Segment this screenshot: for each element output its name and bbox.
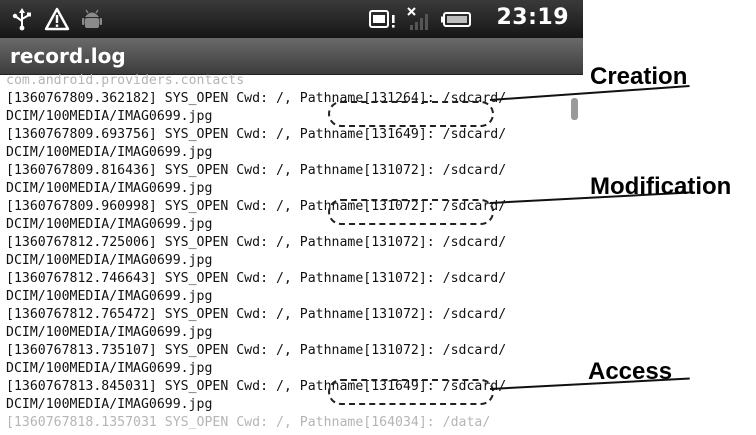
app-title: record.log bbox=[10, 44, 126, 68]
creation-label: Creation bbox=[590, 63, 688, 90]
sd-card-alert-icon bbox=[368, 6, 398, 32]
log-line: [1360767818.1357031 SYS_OPEN Cwd: /, Pat… bbox=[6, 415, 491, 430]
log-line: DCIM/100MEDIA/IMAG0699.jpg bbox=[6, 397, 213, 412]
usb-icon bbox=[10, 6, 34, 32]
log-line: DCIM/100MEDIA/IMAG0699.jpg bbox=[6, 109, 213, 124]
android-debug-icon bbox=[80, 6, 104, 32]
title-bar: record.log bbox=[0, 38, 583, 75]
scrollbar-thumb[interactable] bbox=[571, 98, 578, 120]
creation-highlight bbox=[328, 101, 494, 127]
status-bar: 23:19 bbox=[0, 0, 583, 38]
warning-icon bbox=[44, 6, 70, 32]
log-line: [1360767812.746643] SYS_OPEN Cwd: /, Pat… bbox=[6, 271, 507, 286]
log-line: DCIM/100MEDIA/IMAG0699.jpg bbox=[6, 253, 213, 268]
log-line: DCIM/100MEDIA/IMAG0699.jpg bbox=[6, 181, 213, 196]
access-label: Access bbox=[588, 358, 673, 385]
access-highlight bbox=[328, 379, 494, 405]
phone-screen: 23:19 record.log com.android.providers.c… bbox=[0, 0, 583, 435]
log-line: DCIM/100MEDIA/IMAG0699.jpg bbox=[6, 325, 213, 340]
log-line: DCIM/100MEDIA/IMAG0699.jpg bbox=[6, 361, 213, 376]
modification-highlight bbox=[328, 199, 494, 225]
log-line: DCIM/100MEDIA/IMAG0699.jpg bbox=[6, 289, 213, 304]
log-line: [1360767809.816436] SYS_OPEN Cwd: /, Pat… bbox=[6, 163, 507, 178]
modification-label: Modification bbox=[590, 173, 732, 200]
log-line: com.android.providers.contacts bbox=[6, 74, 245, 88]
log-line: DCIM/100MEDIA/IMAG0699.jpg bbox=[6, 145, 213, 160]
no-signal-icon bbox=[406, 6, 434, 32]
status-time: 23:19 bbox=[496, 5, 569, 30]
log-line: [1360767813.735107] SYS_OPEN Cwd: /, Pat… bbox=[6, 343, 507, 358]
log-view[interactable]: com.android.providers.contacts [136076780… bbox=[0, 74, 576, 435]
log-line: [1360767812.725006] SYS_OPEN Cwd: /, Pat… bbox=[6, 235, 507, 250]
battery-icon bbox=[440, 6, 474, 32]
log-line: [1360767809.693756] SYS_OPEN Cwd: /, Pat… bbox=[6, 127, 507, 142]
log-line: DCIM/100MEDIA/IMAG0699.jpg bbox=[6, 217, 213, 232]
log-line: [1360767812.765472] SYS_OPEN Cwd: /, Pat… bbox=[6, 307, 507, 322]
